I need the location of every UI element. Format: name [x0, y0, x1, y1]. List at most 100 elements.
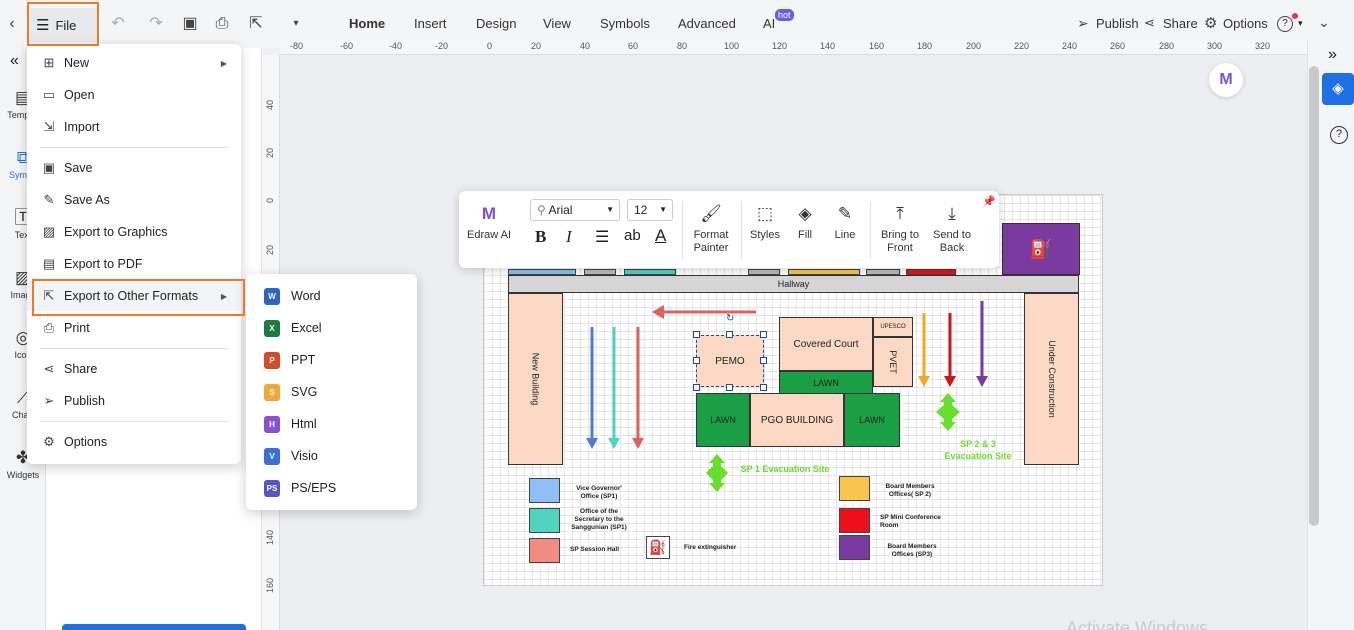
legend-swatch[interactable] [839, 476, 870, 501]
legend-swatch[interactable] [839, 508, 870, 533]
bold-icon[interactable]: B [535, 227, 546, 247]
menu-divider [40, 421, 228, 422]
back-icon[interactable]: ‹ [2, 14, 22, 34]
menu-label: New [64, 56, 90, 70]
svg-icon: S [264, 383, 280, 401]
pin-icon[interactable]: 📌 [982, 195, 996, 208]
export-word[interactable]: W Word [246, 280, 417, 312]
help-circle-icon[interactable]: ? [1330, 126, 1348, 144]
tab-advanced[interactable]: Advanced [678, 16, 736, 31]
bring-front-icon: ⤒ [896, 204, 904, 223]
tab-symbols[interactable]: Symbols [600, 16, 650, 31]
styles-button[interactable]: ⬚ Styles [747, 203, 783, 242]
options-button[interactable]: Options [1223, 16, 1268, 31]
image-icon: ▨ [42, 224, 56, 239]
tab-design[interactable]: Design [476, 16, 516, 31]
format-panel-button[interactable]: ◈ [1322, 73, 1354, 105]
collapse-ribbon-icon[interactable]: ⌄ [1318, 14, 1330, 31]
legend-swatch[interactable] [529, 538, 560, 563]
ruler-tick: 40 [580, 41, 591, 51]
ruler-tick: 20 [531, 41, 542, 51]
menu-label: Export to Graphics [64, 225, 168, 239]
menu-item-share[interactable]: ⋖ Share [27, 354, 241, 384]
export-visio[interactable]: V Visio [246, 440, 417, 472]
format-painter-button[interactable]: 🖌 Format Painter [689, 203, 733, 255]
panel-action-button[interactable] [62, 624, 246, 630]
undo-icon[interactable]: ↶ [108, 14, 128, 34]
menu-item-import[interactable]: ⇲ Import [27, 112, 241, 142]
rail-label: Widgets [6, 470, 40, 480]
help-dropdown-icon[interactable]: ▾ [1298, 18, 1303, 29]
expand-panel-icon[interactable]: » [1328, 46, 1337, 64]
folder-icon: ▭ [42, 87, 56, 102]
menu-item-export-pdf[interactable]: ▤ Export to PDF [27, 249, 241, 279]
send-to-back-button[interactable]: ⤓ Send to Back [927, 203, 977, 255]
visio-icon: V [264, 447, 280, 465]
ruler-tick: 200 [966, 41, 982, 51]
menu-item-save[interactable]: ▣ Save [27, 153, 241, 183]
redo-icon[interactable]: ↷ [146, 14, 166, 34]
menu-label: Export to PDF [64, 257, 143, 271]
italic-icon[interactable]: I [566, 227, 572, 247]
export-svg[interactable]: S SVG [246, 376, 417, 408]
font-color-icon[interactable]: A [655, 226, 666, 246]
align-icon[interactable]: ☰ [595, 227, 609, 247]
menu-item-new[interactable]: ⊞ New ▶ [27, 48, 241, 78]
legend-swatch[interactable] [529, 508, 560, 533]
paint-bucket-icon: ◈ [1332, 80, 1344, 97]
sp23-evacuation-label[interactable]: SP 2 & 3 Evacuation Site [940, 438, 1016, 462]
save-icon[interactable]: ▣ [180, 14, 200, 34]
menu-item-open[interactable]: ▭ Open [27, 80, 241, 110]
strikethrough-icon[interactable]: ab [624, 227, 641, 244]
sp1-evacuation-label[interactable]: SP 1 Evacuation Site [740, 463, 830, 475]
word-icon: W [264, 287, 280, 305]
ruler-tick: -80 [290, 41, 304, 51]
menu-divider [40, 147, 228, 148]
menu-item-publish[interactable]: ➢ Publish [27, 386, 241, 416]
bring-to-front-button[interactable]: ⤒ Bring to Front [875, 203, 925, 255]
font-select[interactable]: ⚲ Arial ▼ [530, 199, 620, 221]
export-ps-eps[interactable]: PS PS/EPS [246, 472, 417, 504]
export-html[interactable]: H Html [246, 408, 417, 440]
publish-button[interactable]: Publish [1096, 16, 1139, 31]
menu-item-export-graphics[interactable]: ▨ Export to Graphics [27, 217, 241, 247]
legend-swatch[interactable] [529, 478, 560, 503]
edraw-ai-label: Edraw AI [466, 229, 512, 241]
more-dropdown-icon[interactable]: ▾ [286, 14, 306, 34]
export-excel[interactable]: X Excel [246, 312, 417, 344]
edraw-ai-logo[interactable]: M [1209, 63, 1243, 97]
fire-extinguisher-swatch[interactable]: ⛽ [646, 536, 670, 559]
divider [682, 201, 683, 259]
legend-swatch[interactable] [839, 535, 870, 560]
tab-ai[interactable]: AI [763, 16, 775, 31]
publish-icon[interactable]: ➢ [1077, 15, 1089, 32]
line-icon: ✎ [837, 204, 853, 223]
export-ppt[interactable]: P PPT [246, 344, 417, 376]
ruler-tick: 60 [628, 41, 639, 51]
tab-home[interactable]: Home [349, 16, 385, 31]
share-icon[interactable]: ⋖ [1144, 15, 1155, 31]
line-button[interactable]: ✎ Line [829, 203, 861, 242]
ruler-tick: 160 [869, 41, 885, 51]
fill-icon: ◈ [798, 204, 812, 223]
font-size-select[interactable]: 12 ▼ [627, 199, 673, 221]
fill-button[interactable]: ◈ Fill [789, 203, 821, 242]
ruler-tick: 120 [772, 41, 788, 51]
gear-icon[interactable]: ⚙ [1204, 14, 1217, 32]
new-icon: ⊞ [43, 55, 55, 70]
share-button[interactable]: Share [1163, 16, 1198, 31]
tab-view[interactable]: View [543, 16, 571, 31]
edraw-ai-button[interactable]: M Edraw AI [465, 203, 513, 242]
export-icon[interactable]: ⇱ [246, 14, 266, 34]
vertical-scrollbar[interactable] [1309, 66, 1319, 526]
menu-item-print[interactable]: ⎙ Print [27, 313, 241, 343]
help-icon[interactable]: ? [1277, 16, 1293, 32]
menu-item-options[interactable]: ⚙ Options [27, 427, 241, 457]
collapse-panel-icon[interactable]: « [10, 52, 19, 70]
tab-insert[interactable]: Insert [414, 16, 447, 31]
ruler-tick: -40 [389, 41, 403, 51]
legend-label: Board Members Offices (SP3) [887, 543, 937, 558]
legend-label: Vice Governor' Office (SP1) [576, 485, 622, 500]
menu-item-save-as[interactable]: ✎ Save As [27, 185, 241, 215]
print-icon[interactable]: ⎙ [212, 14, 232, 34]
